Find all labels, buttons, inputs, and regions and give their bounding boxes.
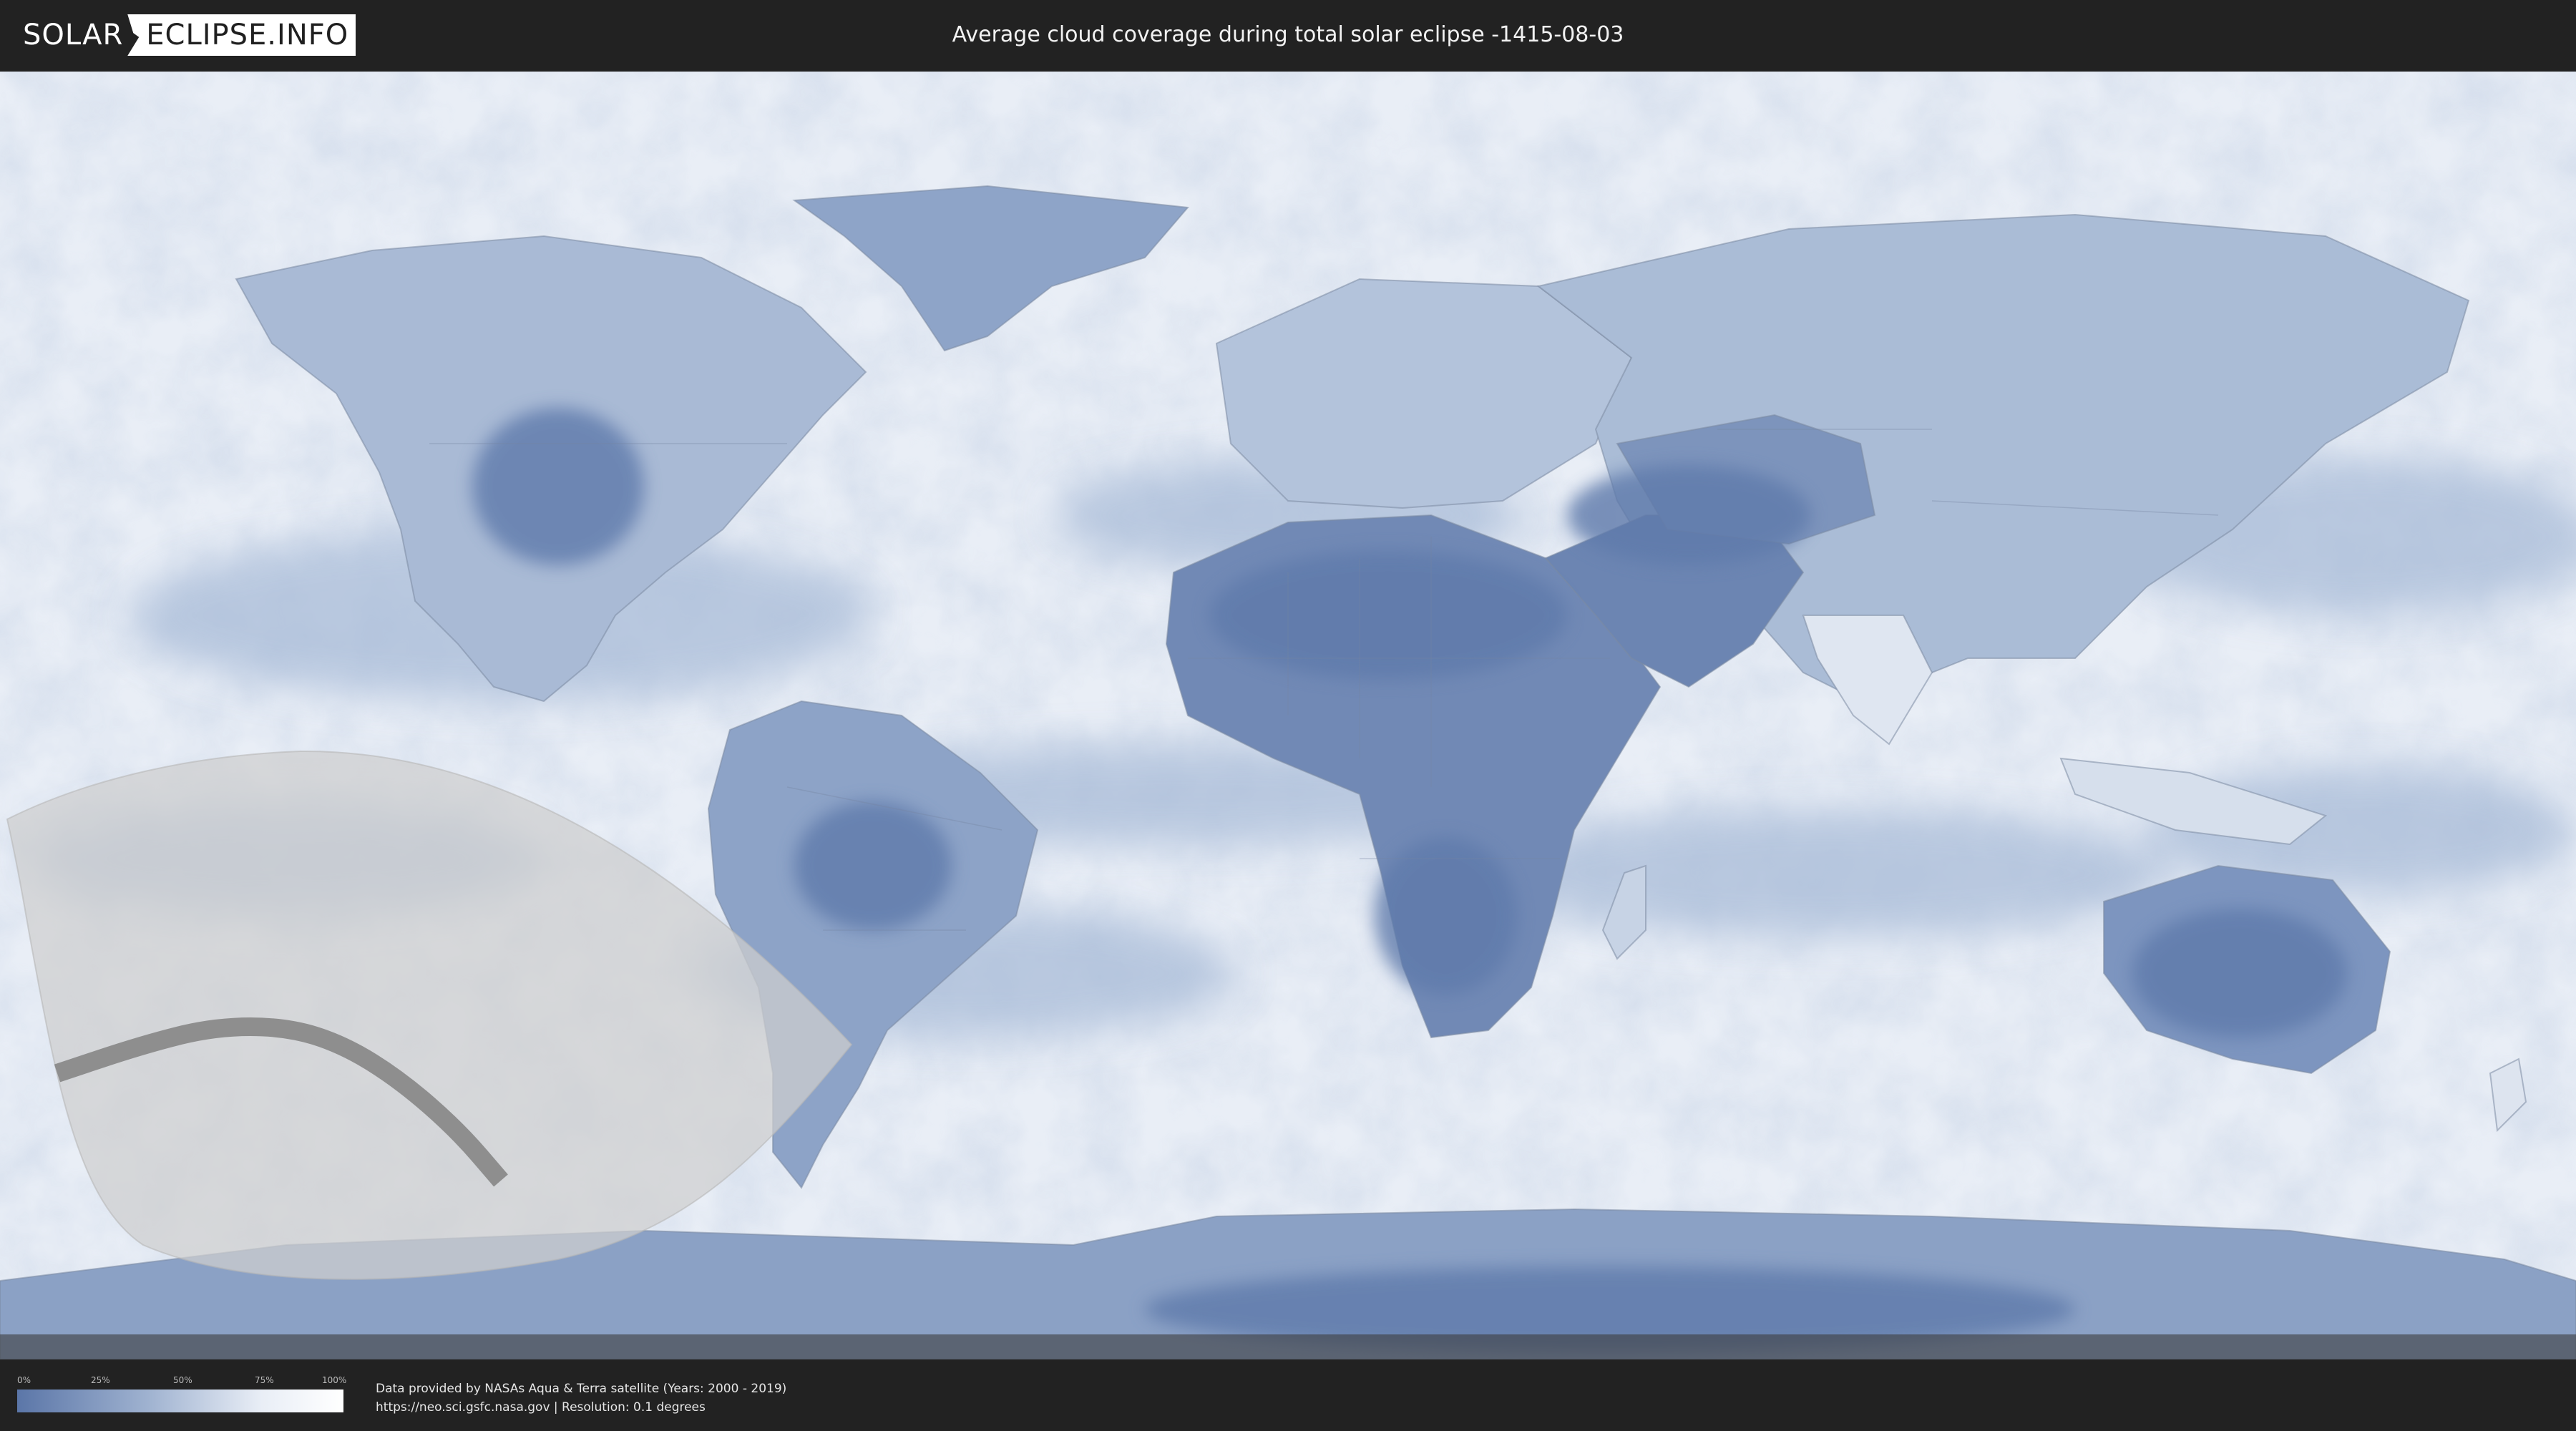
legend-tick-75: 75% [255, 1375, 274, 1385]
map-bottom-edge [0, 1334, 2576, 1359]
credit-line-url: https://neo.sci.gsfc.nasa.gov | Resoluti… [376, 1400, 706, 1415]
header-bar: SOLAR ECLIPSE.INFO Average cloud coverag… [0, 0, 2576, 72]
page: SOLAR ECLIPSE.INFO Average cloud coverag… [0, 0, 2576, 1431]
legend-tick-25: 25% [91, 1375, 110, 1385]
legend-color-scale [17, 1390, 343, 1412]
page-title: Average cloud coverage during total sola… [952, 22, 1624, 47]
cloud-coverage-legend: 0% 25% 50% 75% 100% [17, 1375, 347, 1415]
cloud-coverage-map[interactable] [0, 72, 2576, 1359]
legend-tick-100: 100% [322, 1375, 347, 1385]
credit-line-source: Data provided by NASAs Aqua & Terra sate… [376, 1382, 787, 1396]
world-map [0, 72, 2576, 1359]
legend-tick-0: 0% [17, 1375, 31, 1385]
data-credits: Data provided by NASAs Aqua & Terra sate… [376, 1379, 786, 1417]
legend-tick-50: 50% [173, 1375, 192, 1385]
footer-bar: 0% 25% 50% 75% 100% Data provided by NAS… [0, 1359, 2576, 1431]
